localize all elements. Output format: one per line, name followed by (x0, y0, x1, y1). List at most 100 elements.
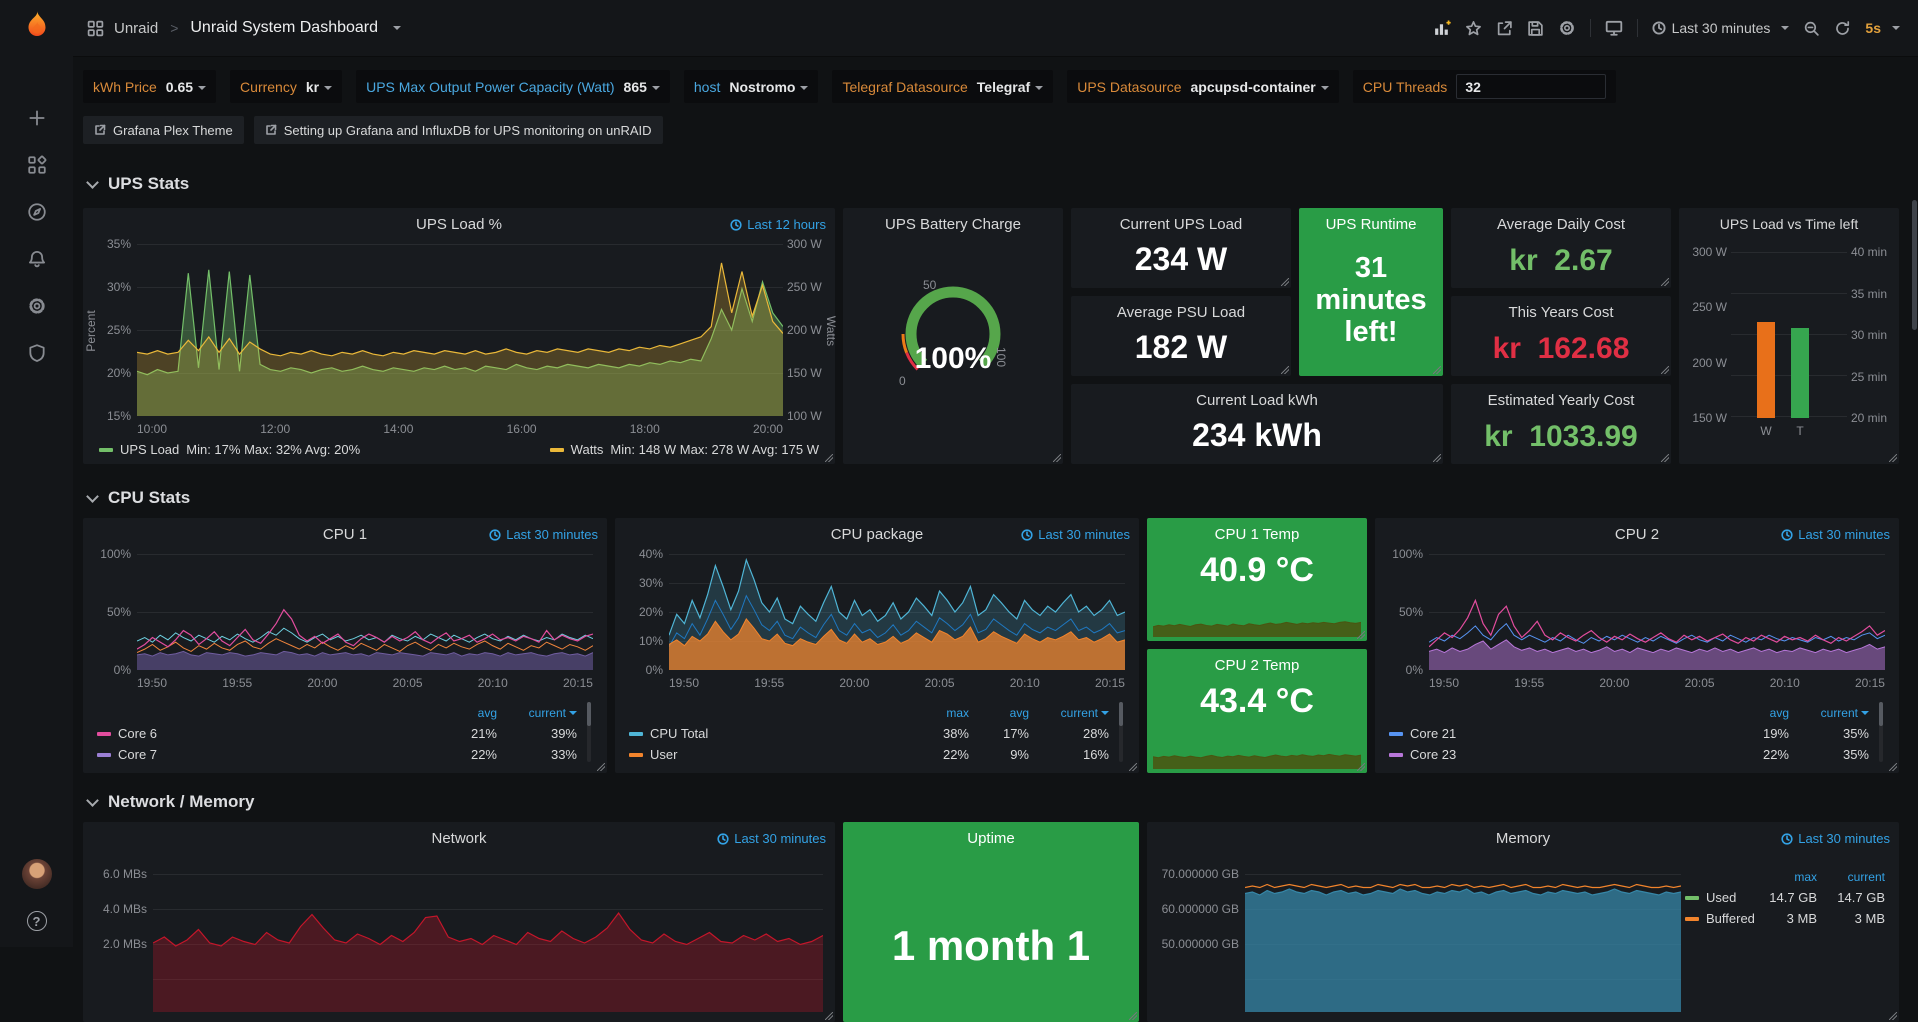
user-avatar[interactable] (22, 859, 52, 889)
x-axis: 19:5019:5520:0020:0520:1020:15 (137, 676, 593, 690)
legend-row: CPU Total38%17%28% (629, 723, 1109, 744)
x-axis: 10:0012:0014:0016:0018:0020:00 (137, 422, 783, 436)
ups-load-chart[interactable] (137, 244, 783, 416)
legend-table: maxcurrent Used14.7 GB14.7 GB Buffered3 … (1685, 866, 1885, 929)
variable-currency: Currency kr (230, 70, 342, 103)
memory-chart[interactable] (1245, 862, 1681, 1012)
variable-value-dropdown[interactable]: 865 (624, 79, 660, 95)
variable-value-dropdown[interactable]: Telegraf (977, 79, 1043, 95)
legend-scrollbar[interactable] (587, 702, 591, 762)
series-name[interactable]: Used (1685, 890, 1755, 905)
variable-host: host Nostromo (684, 70, 819, 103)
link-grafana-plex-theme[interactable]: Grafana Plex Theme (83, 116, 244, 144)
series-name[interactable]: CPU Total (629, 726, 909, 741)
legend-header-current[interactable]: current (1029, 706, 1109, 720)
gauge-mid-label: 50 (923, 278, 936, 292)
add-panel-button[interactable] (1433, 20, 1451, 37)
y-axis-right: 40 min35 min30 min25 min20 min (1851, 252, 1897, 418)
configuration-gear-icon[interactable] (27, 296, 47, 316)
variable-value-dropdown[interactable]: Nostromo (729, 79, 808, 95)
legend-scrollbar[interactable] (1119, 702, 1123, 762)
legend-item[interactable]: UPS LoadMin: 17% Max: 32% Avg: 20% (99, 442, 360, 457)
series-name[interactable]: User (629, 747, 909, 762)
y-axis-label-right: Watts (824, 245, 838, 417)
zoom-out-icon[interactable] (1803, 20, 1820, 37)
row-header-network-memory[interactable]: Network / Memory (88, 792, 254, 812)
dashboard-settings-gear-icon[interactable] (1558, 19, 1576, 37)
network-chart[interactable] (153, 862, 823, 1012)
legend-header-current[interactable]: current (1789, 706, 1869, 720)
page-scrollbar[interactable] (1912, 200, 1917, 330)
link-ups-monitoring-guide[interactable]: Setting up Grafana and InfluxDB for UPS … (254, 116, 663, 144)
legend-row: Buffered3 MB3 MB (1685, 908, 1885, 929)
bars-chart[interactable] (1731, 252, 1847, 418)
panel-network: Network Last 30 minutes 6.0 MBs4.0 MBs2.… (83, 822, 835, 1022)
legend-row: Core 722%33% (97, 744, 577, 765)
panel-ups-load-vs-time-left: UPS Load vs Time left 300 W250 W200 W150… (1679, 208, 1899, 464)
panel-cpu-2: CPU 2 Last 30 minutes 100%50%0% 19:5019:… (1375, 518, 1899, 773)
panel-current-ups-load: Current UPS Load 234 W (1071, 208, 1291, 288)
save-button[interactable] (1527, 20, 1544, 37)
chevron-down-icon (86, 176, 99, 189)
divider (1637, 19, 1638, 37)
tv-mode-icon[interactable] (1605, 19, 1623, 37)
variable-value-dropdown[interactable]: apcupsd-container (1191, 79, 1329, 95)
dashboard-title[interactable]: Unraid System Dashboard (190, 19, 378, 37)
breadcrumb-separator: > (170, 20, 178, 36)
panel-title[interactable]: UPS Load % (83, 216, 835, 233)
dashboards-icon[interactable] (27, 155, 47, 175)
series-name[interactable]: Core 21 (1389, 726, 1725, 741)
variable-value-dropdown[interactable]: 0.65 (166, 79, 206, 95)
series-name[interactable]: Core 7 (97, 747, 433, 762)
series-name[interactable]: Core 6 (97, 726, 433, 741)
time-range-picker[interactable]: Last 30 minutes (1652, 20, 1790, 36)
series-marker (550, 448, 564, 452)
cpu2-chart[interactable] (1429, 554, 1885, 670)
refresh-icon[interactable] (1834, 20, 1851, 37)
y-axis-left: 6.0 MBs4.0 MBs2.0 MBs (91, 874, 147, 944)
star-button[interactable] (1465, 20, 1482, 37)
x-axis: 19:5019:5520:0020:0520:1020:15 (669, 676, 1125, 690)
refresh-interval-picker[interactable]: 5s (1865, 20, 1900, 36)
row-header-ups-stats[interactable]: UPS Stats (88, 174, 189, 194)
legend-scrollbar[interactable] (1879, 702, 1883, 762)
create-plus-icon[interactable] (27, 108, 47, 128)
legend-table: maxavgcurrent CPU Total38%17%28% User22%… (629, 702, 1109, 765)
row-header-cpu-stats[interactable]: CPU Stats (88, 488, 190, 508)
panel-ups-runtime: UPS Runtime 31 minutes left! (1299, 208, 1443, 376)
variable-value-dropdown[interactable]: kr (306, 79, 332, 95)
bar-time[interactable] (1791, 328, 1809, 418)
stat-value: kr 162.68 (1451, 324, 1671, 372)
explore-compass-icon[interactable] (27, 202, 47, 222)
panel-current-load-kwh: Current Load kWh 234 kWh (1071, 384, 1443, 464)
dashboard-links: Grafana Plex Theme Setting up Grafana an… (83, 116, 663, 144)
series-name[interactable]: Core 23 (1389, 747, 1725, 762)
legend-row: Core 2119%35% (1389, 723, 1869, 744)
cpu1-chart[interactable] (137, 554, 593, 670)
template-variables: kWh Price 0.65 Currency kr UPS Max Outpu… (83, 70, 1616, 103)
legend-item[interactable]: WattsMin: 148 W Max: 278 W Avg: 175 W (550, 442, 819, 457)
series-marker (99, 448, 113, 452)
legend-header-avg[interactable]: avg (433, 706, 497, 720)
cpu-package-chart[interactable] (669, 554, 1125, 670)
share-button[interactable] (1496, 20, 1513, 37)
refresh-interval-label: 5s (1865, 20, 1881, 36)
y-axis-left: 100%50%0% (1383, 554, 1423, 670)
time-override: Last 30 minutes (1781, 831, 1890, 846)
panel-title[interactable]: UPS Battery Charge (843, 216, 1063, 233)
stat-value: 234 kWh (1071, 412, 1443, 460)
grafana-logo[interactable] (20, 8, 54, 46)
bar-watts[interactable] (1757, 322, 1775, 418)
chevron-down-icon (86, 794, 99, 807)
help-icon[interactable]: ? (27, 911, 47, 931)
y-axis-left: 40%30%20%10%0% (623, 554, 663, 670)
title-caret-icon[interactable] (393, 26, 401, 30)
legend-header-current[interactable]: current (497, 706, 577, 720)
alerting-bell-icon[interactable] (27, 249, 47, 269)
server-admin-shield-icon[interactable] (27, 343, 47, 363)
breadcrumb-folder[interactable]: Unraid (114, 20, 158, 37)
panel-cpu-1: CPU 1 Last 30 minutes 100%50%0% 19:5019:… (83, 518, 607, 773)
navbar: Unraid > Unraid System Dashboard Last 30… (73, 0, 1918, 57)
cpu-threads-input[interactable] (1456, 74, 1606, 99)
series-name[interactable]: Buffered (1685, 911, 1755, 926)
